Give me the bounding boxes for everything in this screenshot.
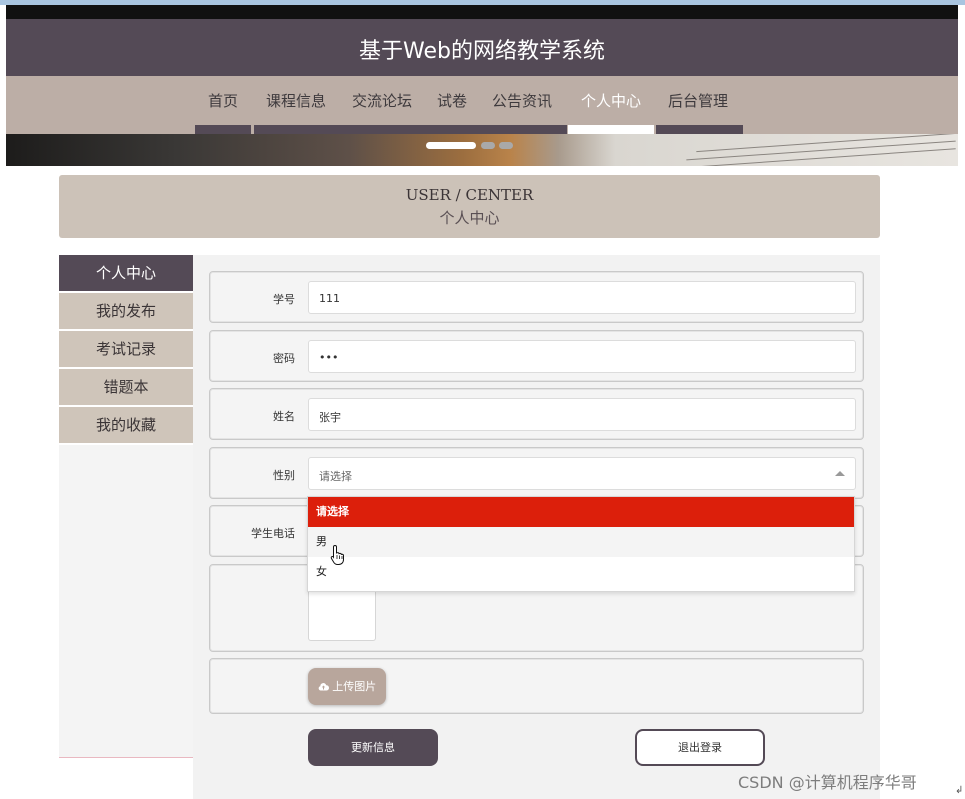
sidebar: 个人中心 我的发布 考试记录 错题本 我的收藏 <box>59 255 193 445</box>
gender-dropdown: 请选择 男 女 <box>307 496 855 592</box>
gender-option-male[interactable]: 男 <box>308 527 854 557</box>
banner-dot[interactable] <box>499 142 513 149</box>
sidebar-item-my-posts[interactable]: 我的发布 <box>59 293 193 329</box>
nav-tab-admin <box>656 125 743 134</box>
page-title-cn: 个人中心 <box>439 209 500 227</box>
return-mark: ↲ <box>955 785 964 796</box>
page-header: USER / CENTER 个人中心 <box>59 175 880 238</box>
phone-label: 学生电话 <box>251 527 295 540</box>
gender-row: 性别 请选择 <box>209 447 864 499</box>
name-label: 姓名 <box>273 410 295 423</box>
site-title: 基于Web的网络教学系统 <box>359 39 605 64</box>
sidebar-item-favorites[interactable]: 我的收藏 <box>59 407 193 443</box>
banner-image <box>6 134 958 166</box>
nav-item-admin[interactable]: 后台管理 <box>668 90 728 111</box>
sidebar-item-exam-records[interactable]: 考试记录 <box>59 331 193 367</box>
password-row: 密码 ••• <box>209 330 864 382</box>
cloud-upload-icon <box>318 683 329 691</box>
page-title-en: USER / CENTER <box>405 186 534 204</box>
name-input[interactable]: 张宇 <box>308 398 856 431</box>
upload-image-button[interactable]: 上传图片 <box>308 668 386 705</box>
student-id-row: 学号 111 <box>209 271 864 323</box>
nav-item-user-center[interactable]: 个人中心 <box>581 90 641 111</box>
name-row: 姓名 张宇 <box>209 388 864 440</box>
gender-option-female[interactable]: 女 <box>308 557 854 587</box>
upload-row: 上传图片 <box>209 658 864 714</box>
password-input[interactable]: ••• <box>308 340 856 373</box>
sidebar-item-user-center[interactable]: 个人中心 <box>59 255 193 291</box>
nav-tab-home <box>195 125 251 134</box>
watermark: CSDN @计算机程序华哥 <box>738 773 917 792</box>
nav-item-courses[interactable]: 课程信息 <box>266 90 326 111</box>
nav-item-forum[interactable]: 交流论坛 <box>352 90 412 111</box>
student-id-label: 学号 <box>273 293 295 306</box>
banner-dot-active[interactable] <box>426 142 476 149</box>
gender-select[interactable]: 请选择 <box>308 457 856 490</box>
update-info-button[interactable]: 更新信息 <box>308 729 438 766</box>
nav-item-exams[interactable]: 试卷 <box>437 90 467 111</box>
avatar-preview <box>308 591 376 641</box>
nav-tab-active <box>568 125 654 134</box>
sidebar-item-wrong-questions[interactable]: 错题本 <box>59 369 193 405</box>
nav-item-news[interactable]: 公告资讯 <box>492 90 552 111</box>
gender-option-placeholder[interactable]: 请选择 <box>308 497 854 527</box>
main-nav: 首页 课程信息 交流论坛 试卷 公告资讯 个人中心 后台管理 <box>6 76 958 134</box>
top-black-bar <box>6 5 958 19</box>
hand-cursor-icon <box>330 544 344 565</box>
gender-label: 性别 <box>273 469 295 482</box>
site-header: 基于Web的网络教学系统 <box>6 19 958 76</box>
sidebar-filler <box>59 445 193 758</box>
nav-tab-middle <box>254 125 567 134</box>
gender-select-value: 请选择 <box>319 470 352 483</box>
password-label: 密码 <box>273 352 295 365</box>
chevron-up-icon <box>835 471 845 476</box>
logout-button[interactable]: 退出登录 <box>635 729 765 766</box>
student-id-input[interactable]: 111 <box>308 281 856 314</box>
nav-item-home[interactable]: 首页 <box>208 90 238 111</box>
banner-dot[interactable] <box>481 142 495 149</box>
upload-image-label: 上传图片 <box>332 680 377 693</box>
